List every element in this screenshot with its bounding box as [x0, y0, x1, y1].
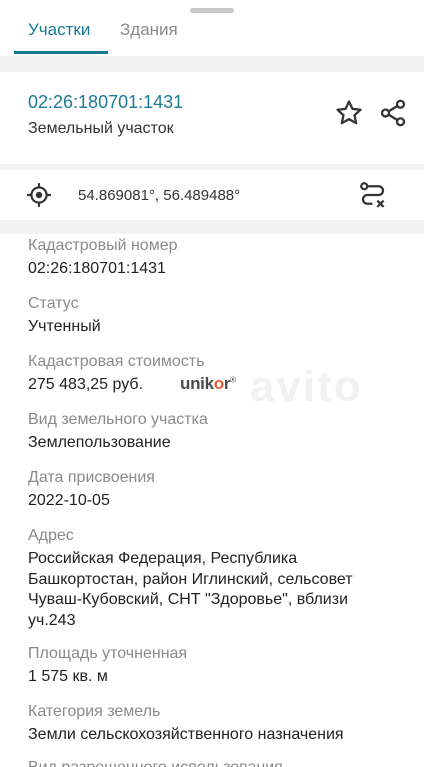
field-label: Вид разрешенного использования	[28, 758, 408, 767]
tab-bar: Участки Здания	[0, 0, 424, 56]
star-icon[interactable]	[334, 98, 364, 128]
field-land-category: Категория земель Земли сельскохозяйствен…	[28, 702, 408, 745]
field-value: Российская Федерация, Республика Башкорт…	[28, 550, 353, 629]
tab-plots[interactable]: Участки	[28, 20, 90, 40]
field-label: Вид земельного участка	[28, 411, 208, 428]
object-header: 02:26:180701:1431 Земельный участок	[0, 72, 424, 164]
field-assignment-date: Дата присвоения 2022-10-05	[28, 468, 408, 511]
field-label: Площадь уточненная	[28, 645, 188, 662]
field-value: Земли сельскохозяйственного назначения	[28, 726, 344, 743]
field-label: Статус	[28, 295, 79, 312]
field-cadastral-number: Кадастровый номер 02:26:180701:1431	[28, 236, 408, 279]
coordinates-row: 54.869081°, 56.489488°	[0, 170, 424, 220]
object-type: Земельный участок	[28, 120, 174, 137]
tab-active-indicator	[14, 51, 108, 54]
unikor-watermark-logo: unikor®	[180, 374, 236, 393]
field-address: Адрес Российская Федерация, Республика Б…	[28, 526, 368, 631]
divider	[0, 220, 424, 234]
coordinates-value: 54.869081°, 56.489488°	[78, 187, 241, 204]
field-permitted-use: Вид разрешенного использования	[28, 758, 408, 767]
field-plot-kind: Вид земельного участка Землепользование	[28, 410, 408, 453]
tab-buildings[interactable]: Здания	[120, 20, 178, 40]
field-value: Учтенный	[28, 318, 101, 335]
field-area: Площадь уточненная 1 575 кв. м	[28, 644, 408, 687]
target-icon[interactable]	[26, 182, 52, 208]
field-label: Дата присвоения	[28, 469, 155, 486]
field-value: Землепользование	[28, 434, 171, 451]
field-status: Статус Учтенный	[28, 294, 408, 337]
cadastral-number-link[interactable]: 02:26:180701:1431	[28, 92, 183, 113]
divider	[0, 56, 424, 72]
route-off-icon[interactable]	[358, 180, 388, 210]
field-label: Кадастровый номер	[28, 237, 178, 254]
share-icon[interactable]	[378, 98, 408, 128]
field-value: 1 575 кв. м	[28, 668, 108, 685]
field-label: Кадастровая стоимость	[28, 353, 205, 370]
field-value: 02:26:180701:1431	[28, 260, 166, 277]
field-label: Адрес	[28, 527, 74, 544]
field-value: 2022-10-05	[28, 492, 110, 509]
field-label: Категория земель	[28, 703, 161, 720]
